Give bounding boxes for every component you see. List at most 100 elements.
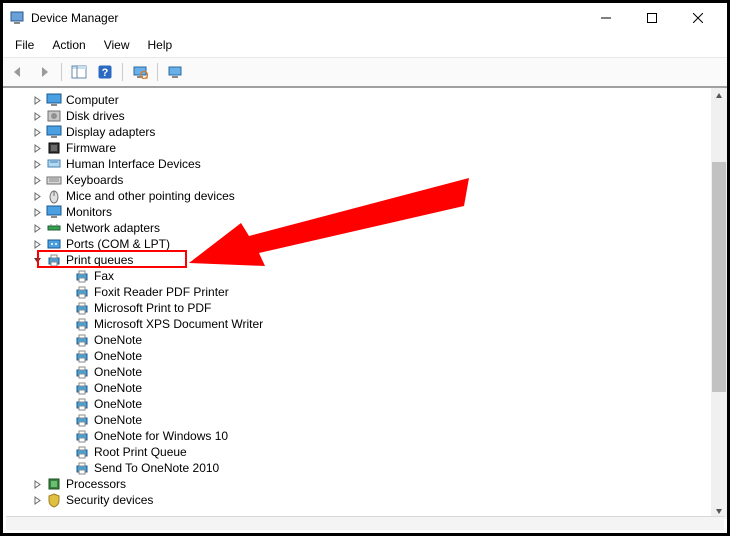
tree-node-label: Send To OneNote 2010 [94, 460, 219, 476]
tree-node-label: Keyboards [66, 172, 123, 188]
scroll-thumb[interactable] [712, 162, 726, 392]
svg-text:?: ? [102, 67, 109, 79]
tree-node[interactable]: OneNote [3, 364, 727, 380]
tree-node-label: OneNote [94, 332, 142, 348]
tree-node[interactable]: Computer [3, 92, 727, 108]
tree-node-label: OneNote [94, 348, 142, 364]
tree-node-label: Root Print Queue [94, 444, 187, 460]
tree-node-label: Fax [94, 268, 114, 284]
tree-node[interactable]: Human Interface Devices [3, 156, 727, 172]
tree-node-label: Display adapters [66, 124, 155, 140]
tree-node-label: Foxit Reader PDF Printer [94, 284, 229, 300]
tree-node-label: Print queues [66, 252, 133, 268]
expand-icon[interactable] [31, 126, 43, 138]
tree-node[interactable]: Disk drives [3, 108, 727, 124]
tree-node[interactable]: Microsoft XPS Document Writer [3, 316, 727, 332]
tree-node[interactable]: Fax [3, 268, 727, 284]
toolbar-separator [122, 63, 123, 81]
printer-icon [74, 460, 90, 476]
keyboard-icon [46, 172, 62, 188]
tree-node-label: Disk drives [66, 108, 125, 124]
chip-icon [46, 140, 62, 156]
toolbar-separator [157, 63, 158, 81]
tree-node[interactable]: OneNote [3, 380, 727, 396]
printer-icon [74, 332, 90, 348]
menu-file[interactable]: File [7, 35, 42, 55]
menu-help[interactable]: Help [140, 35, 181, 55]
tree-node[interactable]: Send To OneNote 2010 [3, 460, 727, 476]
tree-node-label: Firmware [66, 140, 116, 156]
tree-node[interactable]: Print queues [3, 252, 727, 268]
expand-icon[interactable] [31, 238, 43, 250]
tree-node-label: Network adapters [66, 220, 160, 236]
collapse-icon[interactable] [31, 254, 43, 266]
printer-icon [74, 396, 90, 412]
tree-node[interactable]: OneNote for Windows 10 [3, 428, 727, 444]
toolbar-separator [61, 63, 62, 81]
tree-node[interactable]: Root Print Queue [3, 444, 727, 460]
printer-icon [74, 348, 90, 364]
expand-icon[interactable] [31, 142, 43, 154]
tree-node[interactable]: Processors [3, 476, 727, 492]
tree-node[interactable]: Security devices [3, 492, 727, 508]
tree-node[interactable]: OneNote [3, 348, 727, 364]
tree-node[interactable]: Firmware [3, 140, 727, 156]
tree-node[interactable]: OneNote [3, 396, 727, 412]
cpu-icon [46, 476, 62, 492]
disk-icon [46, 108, 62, 124]
tree-node-label: Monitors [66, 204, 112, 220]
maximize-button[interactable] [629, 3, 675, 33]
expand-icon[interactable] [31, 110, 43, 122]
close-button[interactable] [675, 3, 721, 33]
expand-icon[interactable] [31, 478, 43, 490]
tree-node[interactable]: Display adapters [3, 124, 727, 140]
tree-node[interactable]: OneNote [3, 412, 727, 428]
monitor-icon [46, 92, 62, 108]
hid-icon [46, 156, 62, 172]
devices-printers-button[interactable] [164, 61, 186, 83]
tree-node[interactable]: Keyboards [3, 172, 727, 188]
printer-icon [46, 252, 62, 268]
tree-node[interactable]: OneNote [3, 332, 727, 348]
menu-action[interactable]: Action [44, 35, 93, 55]
titlebar: Device Manager [3, 3, 727, 33]
security-icon [46, 492, 62, 508]
scan-hardware-button[interactable] [129, 61, 151, 83]
expand-icon[interactable] [31, 158, 43, 170]
device-tree[interactable]: ComputerDisk drivesDisplay adaptersFirmw… [3, 88, 727, 519]
tree-node-label: Microsoft Print to PDF [94, 300, 211, 316]
monitor-icon [46, 124, 62, 140]
monitor-icon [46, 204, 62, 220]
back-button[interactable] [7, 61, 29, 83]
printer-icon [74, 268, 90, 284]
expand-icon[interactable] [31, 190, 43, 202]
scroll-up-button[interactable] [711, 88, 727, 104]
tree-node-label: Human Interface Devices [66, 156, 201, 172]
expand-icon[interactable] [31, 222, 43, 234]
toolbar: ? [3, 58, 727, 88]
tree-node[interactable]: Monitors [3, 204, 727, 220]
printer-icon [74, 316, 90, 332]
tree-node[interactable]: Ports (COM & LPT) [3, 236, 727, 252]
tree-node[interactable]: Mice and other pointing devices [3, 188, 727, 204]
help-button[interactable]: ? [94, 61, 116, 83]
expand-icon[interactable] [31, 206, 43, 218]
forward-button[interactable] [33, 61, 55, 83]
expand-icon[interactable] [31, 94, 43, 106]
mouse-icon [46, 188, 62, 204]
network-icon [46, 220, 62, 236]
tree-node[interactable]: Network adapters [3, 220, 727, 236]
show-hide-console-button[interactable] [68, 61, 90, 83]
vertical-scrollbar[interactable] [711, 88, 727, 519]
tree-node-label: OneNote [94, 412, 142, 428]
printer-icon [74, 444, 90, 460]
printer-icon [74, 380, 90, 396]
expand-icon[interactable] [31, 174, 43, 186]
tree-node[interactable]: Foxit Reader PDF Printer [3, 284, 727, 300]
tree-node[interactable]: Microsoft Print to PDF [3, 300, 727, 316]
menu-view[interactable]: View [96, 35, 138, 55]
tree-node-label: Mice and other pointing devices [66, 188, 235, 204]
tree-node-label: Computer [66, 92, 119, 108]
expand-icon[interactable] [31, 494, 43, 506]
minimize-button[interactable] [583, 3, 629, 33]
